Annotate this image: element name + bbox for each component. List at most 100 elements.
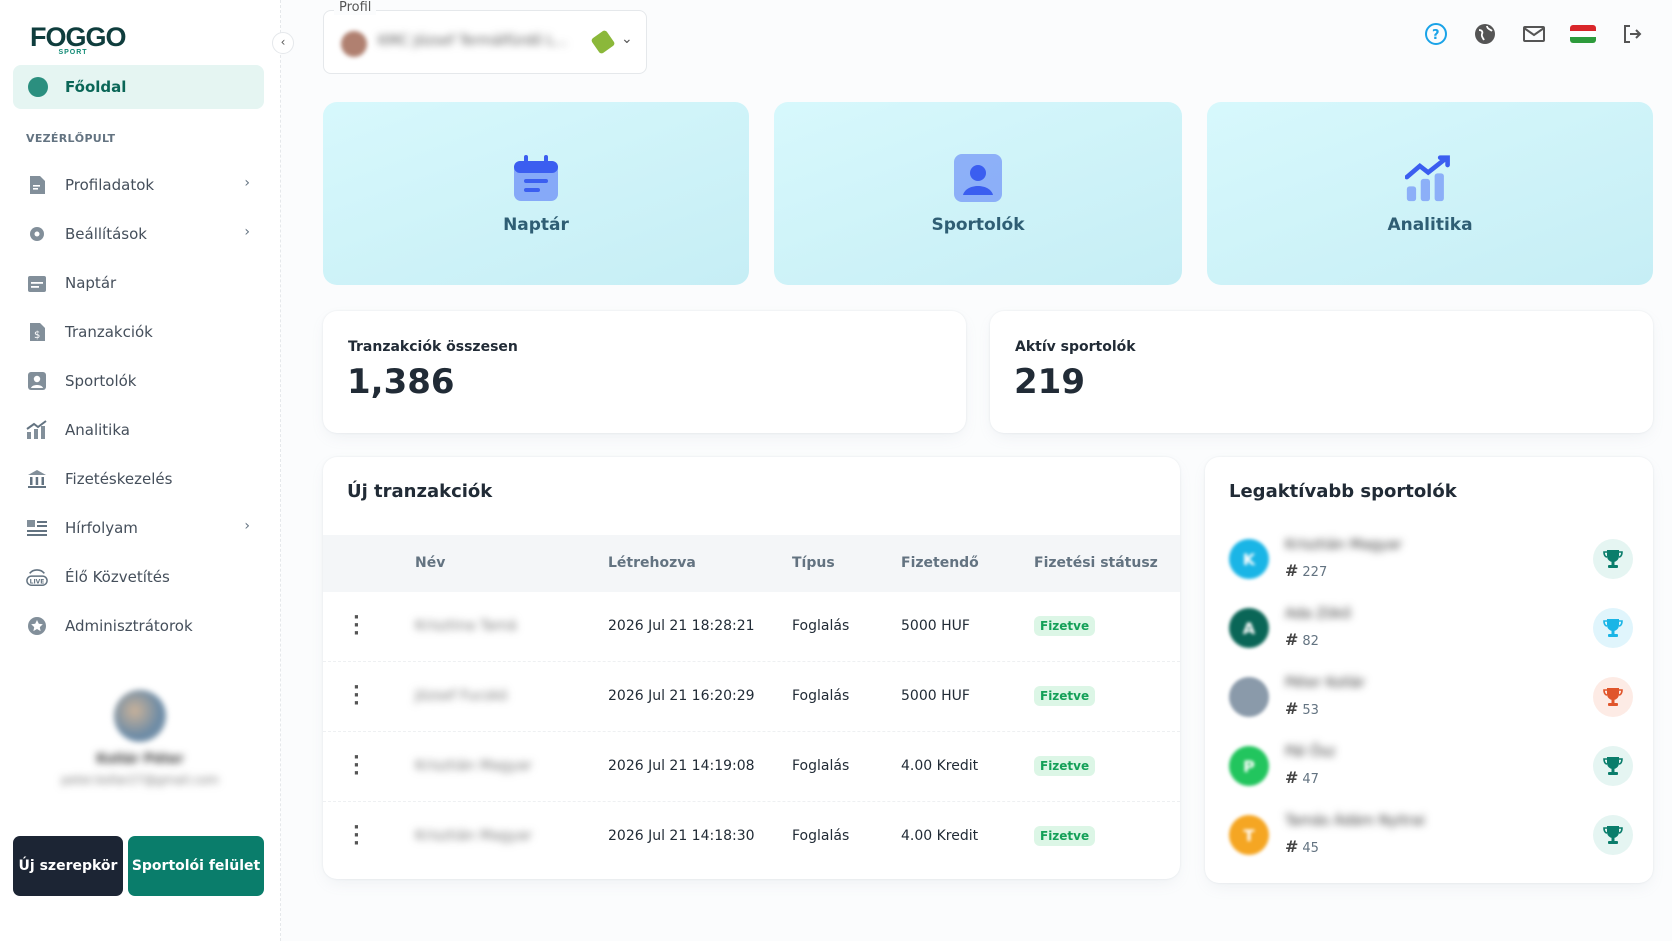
collapse-sidebar-button[interactable]: ‹ [272,32,294,54]
ticket-icon [590,29,616,55]
card-title: Új tranzakciók [347,481,493,502]
transactions-card: Új tranzakciók Név Létrehozva Típus Fize… [323,457,1180,879]
rank-value: 227 [1302,565,1328,580]
chevron-down-icon: ⌄ [621,31,633,47]
globe-icon[interactable] [1471,20,1499,48]
user-name: Kollár Péter [96,752,184,767]
sidebar-item-live[interactable]: LIVE Élő Közvetítés [13,552,264,601]
stat-label: Tranzakciók összesen [348,339,518,355]
flag-hu-icon[interactable] [1569,20,1597,48]
table-header: Név Létrehozva Típus Fizetendő Fizetési … [323,535,1180,592]
user-card: Kollár Péter peter.kollar27@gmail.com [30,690,250,787]
user-icon [26,370,48,392]
row-name: Krisztián Magyar [415,758,532,774]
leaderboard-item[interactable]: T Tamás Ádám Nyitrai #45 [1229,813,1633,865]
status-badge: Fizetve [1034,756,1096,776]
leaderboard-item[interactable]: Péter Kollár #53 [1229,675,1633,727]
column-header[interactable]: Típus [792,555,835,571]
leaderboard-item[interactable]: P Pál Ősz #47 [1229,744,1633,796]
sidebar-item-label: Élő Közvetítés [65,567,170,586]
gear-icon [26,223,48,245]
row-name: Krisztina Tamá [415,618,517,634]
sidebar-item-analytics[interactable]: Analitika [13,405,264,454]
sidebar-item-admins[interactable]: Adminisztrátorok [13,601,264,650]
column-header[interactable]: Fizetési státusz [1034,555,1158,571]
leaderboard-item[interactable]: A Ada Zökő #82 [1229,606,1633,658]
more-options-icon[interactable]: · · · [353,609,360,643]
chevron-right-icon: › [244,224,250,240]
more-options-icon[interactable]: · · · [353,749,360,783]
avatar[interactable] [114,690,166,742]
sidebar-item-label: Tranzakciók [65,322,153,341]
column-header[interactable]: Létrehozva [608,555,696,571]
svg-text:$: $ [34,330,40,341]
sidebar-item-payments[interactable]: Fizetéskezelés [13,454,264,503]
trophy-icon [1593,677,1633,717]
sidebar-item-label: Analitika [65,420,130,439]
row-amount: 5000 HUF [901,618,970,634]
more-options-icon[interactable]: · · · [353,819,360,853]
user-icon [953,153,1003,203]
row-name: József Fucskó [415,688,508,704]
sidebar-item-settings[interactable]: Beállítások › [13,209,264,258]
sidebar-item-profile[interactable]: Profiladatok › [13,160,264,209]
profile-name: KMC József Termálfürdő L... [378,33,568,49]
rank-value: 47 [1302,772,1319,787]
trophy-icon [1593,746,1633,786]
header-actions: ? [1422,20,1667,48]
tile-athletes[interactable]: Sportolók [774,102,1182,285]
mail-icon[interactable] [1520,20,1548,48]
sidebar-item-home[interactable]: Főoldal [13,65,264,109]
help-icon[interactable]: ? [1422,20,1450,48]
calendar-icon [26,272,48,294]
rank-value: 53 [1302,703,1319,718]
chevron-right-icon: › [244,518,250,534]
athlete-interface-button[interactable]: Sportolói felület [128,836,264,896]
avatar: A [1229,608,1269,648]
table-row[interactable]: · · · Krisztián Magyar 2026 Jul 21 14:19:0… [323,732,1180,802]
column-header[interactable]: Név [415,555,445,571]
dashboard-icon [28,77,48,97]
sidebar-item-athletes[interactable]: Sportolók [13,356,264,405]
stat-value: 1,386 [347,362,455,402]
card-title: Legaktívabb sportolók [1229,481,1457,502]
chart-icon [1405,153,1455,203]
svg-text:LIVE: LIVE [30,578,45,585]
profile-select[interactable]: KMC József Termálfürdő L... ⌄ [323,10,647,74]
row-type: Foglalás [792,618,850,634]
dollar-document-icon: $ [26,321,48,343]
row-type: Foglalás [792,688,850,704]
logo[interactable]: FOGGO SPORT [30,22,126,56]
column-header[interactable]: Fizetendő [901,555,979,571]
more-options-icon[interactable]: · · · [353,679,360,713]
table-row[interactable]: · · · Krisztina Tamá 2026 Jul 21 18:28:21 … [323,592,1180,662]
sidebar-item-transactions[interactable]: $ Tranzakciók [13,307,264,356]
tile-analytics[interactable]: Analitika [1207,102,1653,285]
new-role-button[interactable]: Új szerepkör [13,836,123,896]
row-name: Krisztián Magyar [415,828,532,844]
athlete-rank: #82 [1285,630,1319,649]
row-created: 2026 Jul 21 14:18:30 [608,828,755,844]
document-icon [26,174,48,196]
logout-icon[interactable] [1618,20,1646,48]
status-badge: Fizetve [1034,616,1096,636]
trophy-icon [1593,608,1633,648]
chart-icon [26,419,48,441]
logo-text: FOGGO [30,22,126,52]
athlete-rank: #45 [1285,837,1319,856]
table-row[interactable]: · · · József Fucskó 2026 Jul 21 16:20:29 F… [323,662,1180,732]
rank-value: 82 [1302,634,1319,649]
athlete-name: Ada Zökő [1285,606,1352,622]
sidebar-item-calendar[interactable]: Naptár [13,258,264,307]
table-row[interactable]: · · · Krisztián Magyar 2026 Jul 21 14:18:3… [323,802,1180,872]
sidebar-item-newsfeed[interactable]: Hírfolyam › [13,503,264,552]
sidebar-item-label: Adminisztrátorok [65,616,193,635]
tile-calendar[interactable]: Naptár [323,102,749,285]
row-created: 2026 Jul 21 16:20:29 [608,688,755,704]
row-created: 2026 Jul 21 18:28:21 [608,618,755,634]
bank-icon [26,468,48,490]
user-email: peter.kollar27@gmail.com [61,773,219,787]
hash-icon: # [1285,630,1299,649]
avatar: T [1229,815,1269,855]
leaderboard-item[interactable]: K Krisztián Magyar #227 [1229,537,1633,589]
